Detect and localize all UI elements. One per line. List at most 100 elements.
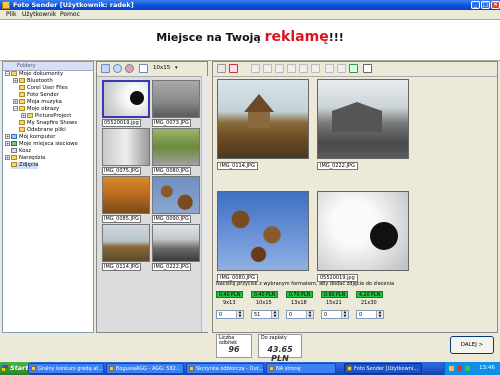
tree-item-moje-dokumenty[interactable]: − Moje dokumenty [5, 71, 63, 78]
thumbnail-image [152, 176, 200, 214]
thumbnail-scrollbar[interactable] [201, 76, 208, 332]
collapse-icon[interactable]: − [13, 106, 18, 111]
quantity-stepper[interactable]: 0 ▲ ▼ [216, 310, 244, 319]
thumbnail-label: 05520019.jpg [102, 119, 141, 127]
quantity-stepper[interactable]: 0 ▲ ▼ [356, 310, 384, 319]
view-icon[interactable] [101, 64, 110, 73]
zoom-icon[interactable] [311, 64, 320, 73]
filter-icon[interactable] [325, 64, 334, 73]
expand-icon[interactable]: + [21, 113, 26, 118]
quantity-stepper[interactable]: 0 ▲ ▼ [286, 310, 314, 319]
tree-item-foto-sender[interactable]: Foto Sender [19, 92, 59, 99]
tree-item-zdjecia[interactable]: Zdjęcia [11, 162, 39, 169]
quantity-stepper[interactable]: 0 ▲ ▼ [321, 310, 349, 319]
menu-pomoc[interactable]: Pomoc [60, 11, 80, 18]
price-button-21x30[interactable]: 4.20 PLN [356, 291, 383, 298]
thumbnail-image [102, 128, 150, 166]
taskbar-item[interactable]: BogusiaAGG - AGG: 582... [106, 363, 184, 374]
stepper-arrows-icon[interactable]: ▲ ▼ [341, 310, 348, 318]
menu-uzytkownik[interactable]: Użytkownik [22, 11, 56, 18]
preview-photo[interactable]: IMG_0080.JPG [217, 191, 309, 282]
price-button-15x21[interactable]: 0.90 PLN [321, 291, 348, 298]
stepper-arrows-icon[interactable]: ▲ ▼ [306, 310, 313, 318]
preview-photo[interactable]: IMG_0222.JPG [317, 79, 409, 170]
expand-icon[interactable]: + [5, 134, 10, 139]
refresh-icon[interactable] [349, 64, 358, 73]
thumbnail[interactable]: 05520019.jpg [102, 80, 150, 127]
flip-icon[interactable] [275, 64, 284, 73]
thumbnail[interactable]: IMG_0085.JPG [102, 176, 150, 223]
taskbar-item[interactable]: NA stronę [266, 363, 336, 374]
rotate-right-icon[interactable] [263, 64, 272, 73]
thumbnail[interactable]: IMG_0090.JPG [152, 176, 200, 223]
tree-item-snapfire[interactable]: My Snapfire Shows [19, 120, 77, 127]
taskbar-item[interactable]: Skrzynka odbiorcza - Out... [186, 363, 264, 374]
preview-photo[interactable]: 05520019.jpg [317, 191, 409, 282]
folder-icon [27, 113, 33, 118]
thumbnail[interactable]: IMG_0073.JPG [152, 80, 200, 127]
refresh-icon[interactable] [113, 64, 122, 73]
close-button[interactable]: × [491, 1, 500, 9]
stop-icon[interactable] [125, 64, 134, 73]
price-button-9x13[interactable]: 0.40 PLN [216, 291, 243, 298]
tree-item-narzedzia[interactable]: + Narzędzia [5, 155, 45, 162]
tree-item-moj-komputer[interactable]: + Mój komputer [5, 134, 55, 141]
tray-icon[interactable] [465, 366, 470, 371]
eye-icon[interactable] [363, 64, 372, 73]
app-icon [2, 1, 10, 9]
size-select[interactable]: 10x15 [153, 65, 170, 71]
next-button[interactable]: DALEJ > [450, 336, 494, 354]
clock[interactable]: 13:46 [479, 362, 495, 375]
tree-item-kosz[interactable]: Kosz [11, 148, 31, 155]
menu-plik[interactable]: Plik [6, 11, 16, 18]
thumbnail[interactable]: IMG_0080.JPG [152, 128, 200, 175]
expand-icon[interactable]: + [5, 141, 10, 146]
expand-icon[interactable]: + [13, 99, 18, 104]
delete-icon[interactable] [229, 64, 238, 73]
tree-item-odebrane[interactable]: Odebrane pliki [19, 127, 66, 134]
tray-icon[interactable] [449, 366, 454, 371]
preview-image [317, 79, 409, 159]
tree-item-bluetooth[interactable]: + Bluetooth [13, 78, 53, 85]
minimize-button[interactable]: _ [471, 1, 480, 9]
expand-icon[interactable]: + [5, 155, 10, 160]
preview-label: IMG_0222.JPG [317, 162, 358, 170]
price-button-10x15[interactable]: 0.40 PLN [251, 291, 278, 298]
maximize-button[interactable]: □ [481, 1, 490, 9]
price-button-13x18[interactable]: 0.70 PLN [286, 291, 313, 298]
app-icon [31, 366, 36, 371]
tray-icon[interactable] [457, 366, 462, 371]
system-tray: 13:46 [444, 362, 500, 375]
thumbnail[interactable]: IMG_0075.JPG [102, 128, 150, 175]
taskbar-item[interactable]: Gralny konkurs gredą at... [28, 363, 104, 374]
ad-banner[interactable]: Miejsce na Twoją reklamę!!! [0, 20, 500, 61]
folder-tree-panel[interactable]: Foldery − Moje dokumenty + Bluetooth Corel… [2, 61, 94, 333]
tree-item-moja-muzyka[interactable]: + Moja muzyka [13, 99, 62, 106]
color-icon[interactable] [337, 64, 346, 73]
tree-item-pictureproject[interactable]: + PictureProject [21, 113, 71, 120]
thumbnail[interactable]: IMG_0114.JPG [102, 224, 150, 271]
taskbar-item-active[interactable]: Foto Sender [Użytkowni... [344, 363, 422, 374]
menu-bar: Plik Użytkownik Pomoc [0, 10, 500, 20]
chevron-down-icon[interactable]: ▾ [175, 65, 178, 71]
stepper-arrows-icon[interactable]: ▲ ▼ [236, 310, 243, 318]
folder-icon [11, 155, 17, 160]
crop-icon[interactable] [287, 64, 296, 73]
tree-item-moje-obrazy[interactable]: − Moje obrazy [13, 106, 59, 113]
thumbnail-panel[interactable]: 10x15 ▾ 05520019.jpg IMG_0073.JPG IMG_00… [96, 61, 208, 333]
stepper-arrows-icon[interactable]: ▲ ▼ [271, 310, 278, 318]
expand-icon[interactable]: + [13, 78, 18, 83]
enhance-icon[interactable] [299, 64, 308, 73]
tree-item-corel[interactable]: Corel User Files [19, 85, 68, 92]
folder-icon [19, 127, 25, 132]
quantity-stepper[interactable]: 51 ▲ ▼ [251, 310, 279, 319]
tree-item-miejsca-sieciowe[interactable]: + Moje miejsca sieciowe [5, 141, 78, 148]
collapse-icon[interactable]: − [5, 71, 10, 76]
stepper-arrows-icon[interactable]: ▲ ▼ [376, 310, 383, 318]
thumbnail[interactable]: IMG_0222.JPG [152, 224, 200, 271]
select-all-icon[interactable] [217, 64, 226, 73]
amount-due-box: Do zapłaty 43.65 PLN [258, 334, 302, 363]
preview-photo[interactable]: IMG_0114.JPG [217, 79, 309, 170]
format-label: 15x21 [326, 300, 342, 306]
rotate-left-icon[interactable] [251, 64, 260, 73]
